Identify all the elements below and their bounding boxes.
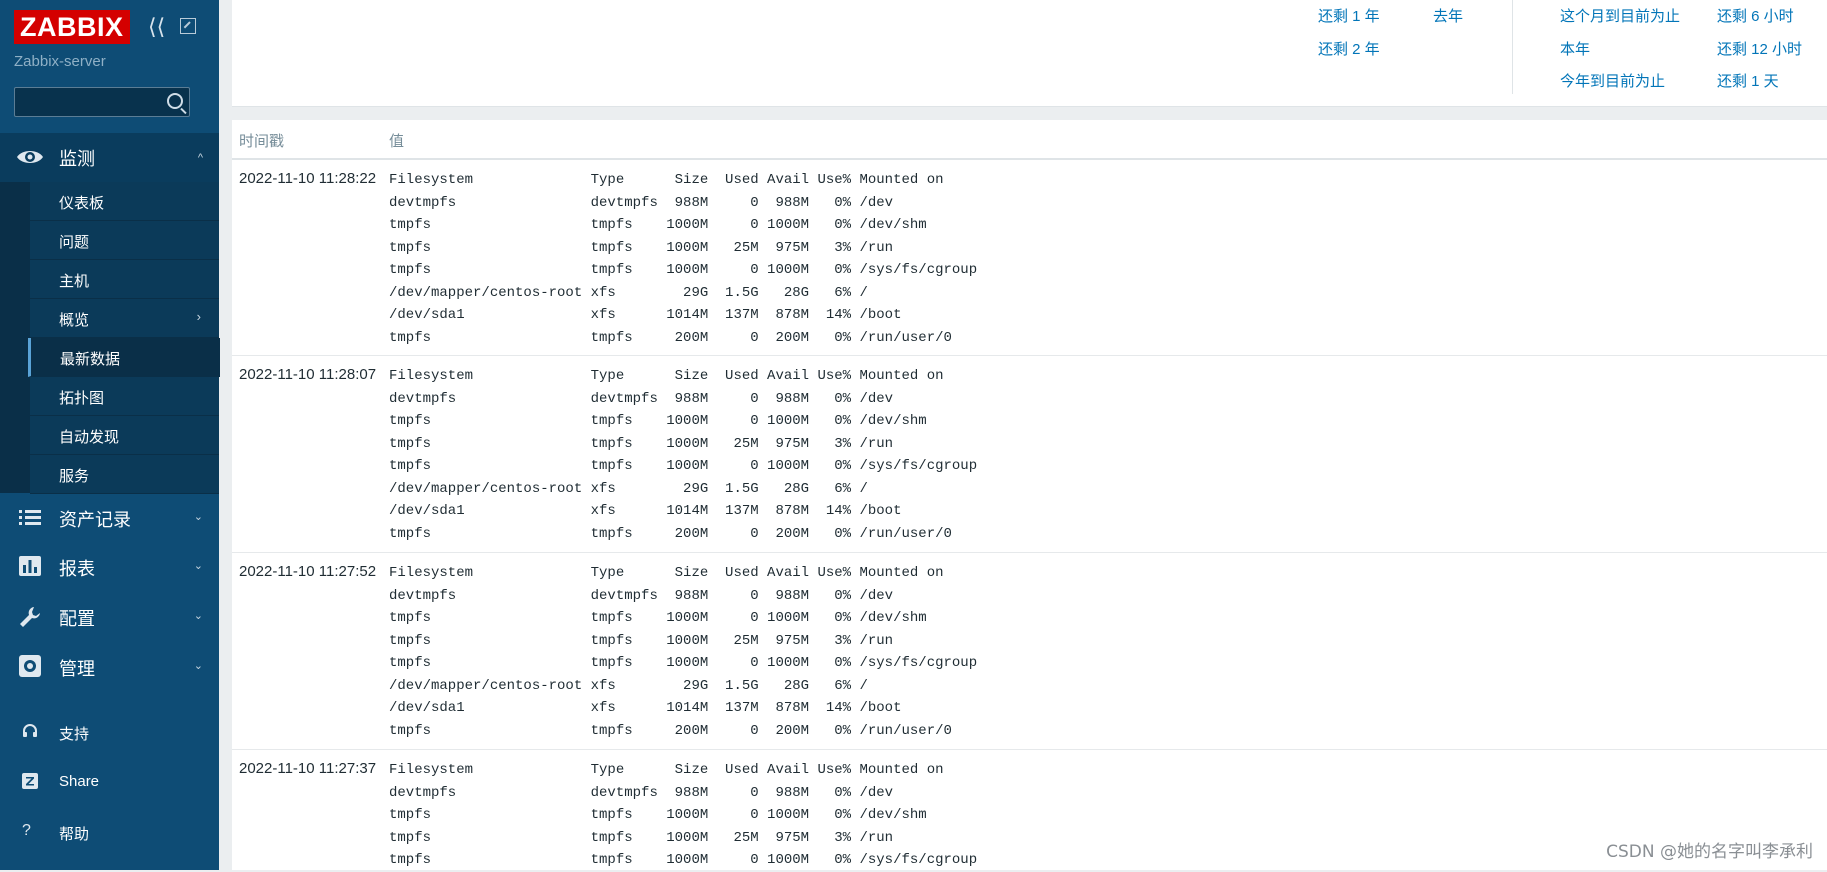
quick-range-link[interactable]: 去年	[1433, 5, 1463, 26]
menu-inventory-label: 资产记录	[59, 510, 131, 530]
sidebar-item-hosts[interactable]: 主机	[30, 260, 219, 299]
menu-share[interactable]: Share	[0, 762, 219, 802]
zabbix-logo[interactable]: ZABBIX	[14, 10, 130, 44]
time-filter-panel: 还剩 1 年 去年 这个月到目前为止 还剩 6 小时 还剩 2 年 本年 还剩 …	[232, 0, 1827, 107]
menu-share-label: Share	[59, 773, 100, 790]
quick-range-link[interactable]: 还剩 1 年	[1318, 5, 1380, 26]
sidebar-item-services[interactable]: 服务	[30, 455, 219, 494]
menu-configuration[interactable]: 配置 ⌄	[0, 592, 219, 640]
sidebar-item-latest-data[interactable]: 最新数据	[28, 338, 220, 377]
menu-support[interactable]: 支持	[0, 712, 219, 752]
row-value: Filesystem Type Size Used Avail Use% Mou…	[389, 565, 978, 739]
sidebar-item-problems[interactable]: 问题	[30, 221, 219, 260]
menu-administration-label: 管理	[59, 659, 95, 679]
table-row: 2022-11-10 11:28:07 Filesystem Type Size…	[232, 356, 1827, 553]
sidebar-item-discovery[interactable]: 自动发现	[30, 416, 219, 455]
list-icon	[19, 510, 41, 525]
chevron-down-icon: ⌄	[193, 610, 203, 622]
menu-reports-label: 报表	[59, 559, 95, 579]
logo-row: ZABBIX	[14, 10, 130, 44]
watermark: CSDN @她的名字叫李承利	[1606, 842, 1813, 862]
menu-monitoring-label: 监测	[59, 148, 95, 169]
sidebar: ZABBIX ⟨⟨ Zabbix-server 监测 ^ 仪表板 问题 主机 概…	[0, 0, 220, 870]
chevron-up-icon: ^	[197, 151, 203, 164]
menu-reports[interactable]: 报表 ⌄	[0, 542, 219, 590]
row-timestamp: 2022-11-10 11:27:37	[239, 760, 377, 777]
sidebar-item-dashboard[interactable]: 仪表板	[30, 182, 219, 221]
menu-support-label: 支持	[59, 726, 90, 743]
sidebar-item-maps[interactable]: 拓扑图	[30, 377, 219, 416]
quick-range-link[interactable]: 还剩 2 年	[1318, 38, 1380, 59]
table-row: 2022-11-10 11:27:37 Filesystem Type Size…	[232, 750, 1827, 870]
menu-help-label: 帮助	[59, 826, 90, 843]
search-icon[interactable]	[167, 93, 183, 109]
quick-range-link[interactable]: 今年到目前为止	[1560, 70, 1665, 91]
eye-icon	[17, 151, 43, 163]
sidebar-item-label: 自动发现	[59, 429, 120, 446]
bar-chart-icon	[19, 556, 41, 576]
chevron-down-icon: ⌄	[193, 511, 203, 523]
sidebar-item-label: 服务	[59, 468, 90, 485]
help-icon: ?	[22, 822, 31, 839]
kiosk-mode-icon[interactable]	[180, 18, 196, 34]
menu-help[interactable]: ? 帮助	[0, 812, 219, 852]
sidebar-item-label: 拓扑图	[59, 390, 105, 407]
sidebar-item-label: 主机	[59, 273, 90, 290]
quick-range-link[interactable]: 还剩 6 小时	[1717, 5, 1794, 26]
table-row: 2022-11-10 11:27:52 Filesystem Type Size…	[232, 553, 1827, 750]
headset-icon	[23, 724, 37, 737]
monitoring-submenu: 仪表板 问题 主机 概览 › 最新数据 拓扑图 自动发现 服务	[0, 182, 220, 494]
filter-divider	[1512, 0, 1513, 94]
quick-range-link[interactable]: 还剩 12 小时	[1717, 38, 1802, 59]
row-timestamp: 2022-11-10 11:28:22	[239, 170, 377, 187]
chevron-right-icon: ›	[196, 309, 201, 324]
table-header: 时间戳 值	[232, 120, 1827, 160]
wrench-icon	[20, 607, 40, 627]
table-row: 2022-11-10 11:28:22 Filesystem Type Size…	[232, 160, 1827, 356]
sidebar-item-label: 问题	[59, 234, 90, 251]
sidebar-item-overview[interactable]: 概览 ›	[30, 299, 219, 338]
collapse-sidebar-icon[interactable]: ⟨⟨	[148, 16, 165, 38]
search-input[interactable]	[14, 87, 190, 117]
row-value: Filesystem Type Size Used Avail Use% Mou…	[389, 172, 978, 346]
gear-icon	[19, 655, 41, 677]
history-table: 时间戳 值 2022-11-10 11:28:22 Filesystem Typ…	[232, 120, 1827, 870]
sidebar-item-label: 仪表板	[59, 195, 105, 212]
quick-range-link[interactable]: 这个月到目前为止	[1560, 5, 1680, 26]
column-header-value: 值	[389, 133, 405, 150]
share-icon	[22, 773, 38, 789]
menu-configuration-label: 配置	[59, 609, 95, 629]
menu-administration[interactable]: 管理 ⌄	[0, 642, 219, 690]
sidebar-item-label: 概览	[59, 312, 90, 329]
row-timestamp: 2022-11-10 11:28:07	[239, 366, 377, 383]
menu-inventory[interactable]: 资产记录 ⌄	[0, 493, 219, 541]
chevron-down-icon: ⌄	[193, 560, 203, 572]
menu-monitoring[interactable]: 监测 ^	[0, 133, 219, 182]
column-header-timestamp: 时间戳	[239, 133, 285, 150]
row-value: Filesystem Type Size Used Avail Use% Mou…	[389, 762, 978, 868]
sidebar-item-label: 最新数据	[60, 351, 121, 368]
quick-range-link[interactable]: 还剩 1 天	[1717, 70, 1779, 91]
quick-range-link[interactable]: 本年	[1560, 38, 1590, 59]
chevron-down-icon: ⌄	[193, 660, 203, 672]
row-timestamp: 2022-11-10 11:27:52	[239, 563, 377, 580]
server-name: Zabbix-server	[14, 53, 106, 70]
row-value: Filesystem Type Size Used Avail Use% Mou…	[389, 368, 978, 542]
